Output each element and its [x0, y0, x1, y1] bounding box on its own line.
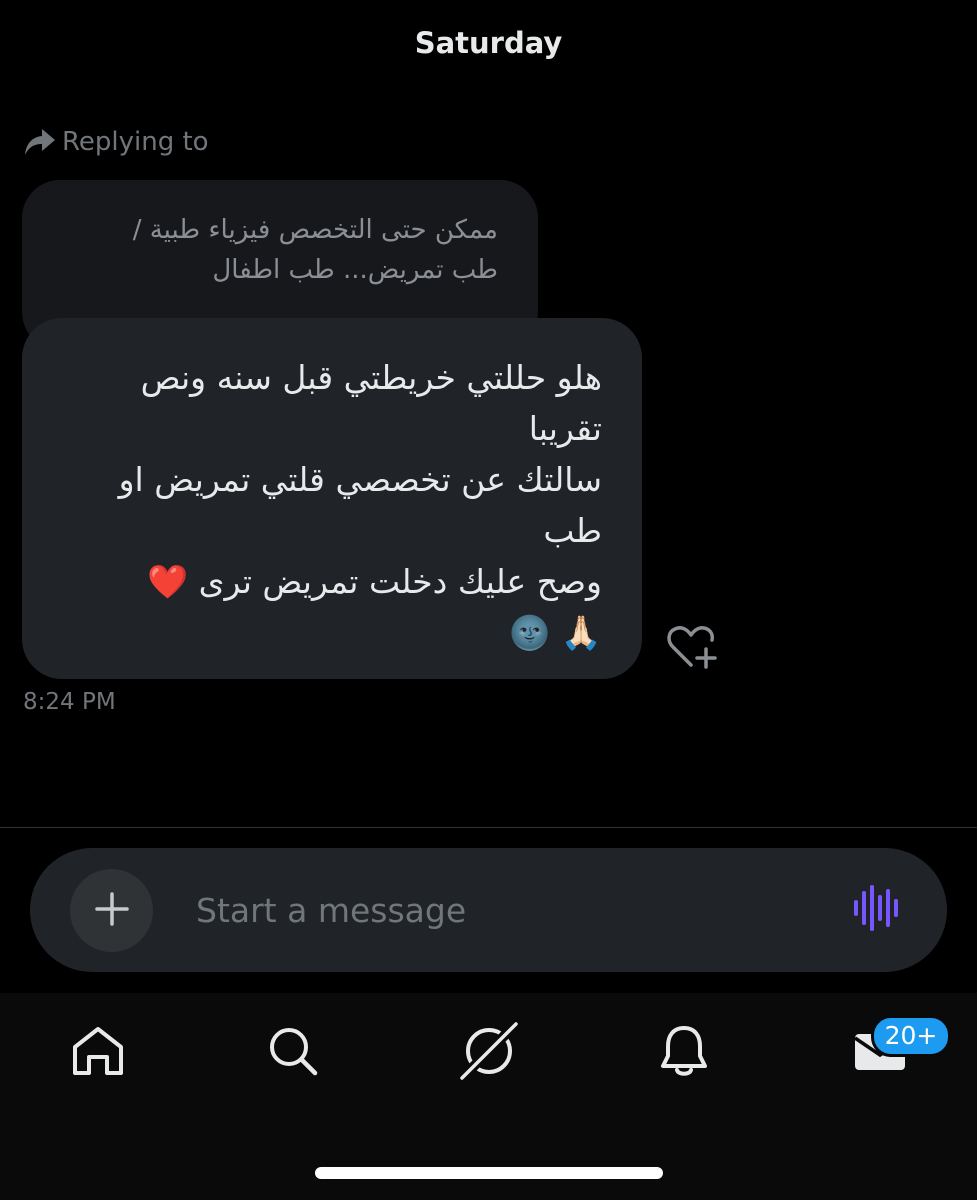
add-reaction-button[interactable]: [664, 624, 720, 674]
nav-grok[interactable]: [444, 1013, 534, 1093]
day-header: Saturday: [414, 26, 563, 60]
message-timestamp: 8:24 PM: [23, 689, 116, 715]
heart-plus-icon: [665, 623, 719, 675]
reply-arrow-icon: [24, 127, 56, 157]
voice-wave-icon: [852, 885, 902, 935]
replying-to-indicator: Replying to: [24, 124, 209, 160]
replying-to-label: Replying to: [62, 127, 209, 157]
nav-search[interactable]: [248, 1013, 338, 1093]
home-indicator-bar[interactable]: [315, 1167, 663, 1179]
quoted-message-text: ممكن حتى التخصص فيزياء طبية / طب تمريض..…: [132, 215, 498, 285]
grok-icon: [456, 1020, 522, 1086]
plus-icon: [94, 891, 130, 931]
message-composer: [30, 848, 947, 972]
message-bubble[interactable]: هلو حللتي خريطتي قبل سنه ونص تقريبا سالت…: [22, 318, 642, 679]
message-input[interactable]: [196, 880, 796, 940]
voice-message-button[interactable]: [850, 885, 904, 935]
add-attachment-button[interactable]: [70, 869, 153, 952]
message-text: هلو حللتي خريطتي قبل سنه ونص تقريبا سالت…: [118, 358, 602, 652]
nav-notifications[interactable]: [639, 1013, 729, 1093]
nav-home[interactable]: [53, 1013, 143, 1093]
home-icon: [71, 1025, 125, 1081]
composer-divider: [0, 827, 977, 828]
search-icon: [267, 1025, 319, 1081]
bell-icon: [659, 1024, 709, 1082]
messages-count-badge: 20+: [871, 1015, 951, 1057]
